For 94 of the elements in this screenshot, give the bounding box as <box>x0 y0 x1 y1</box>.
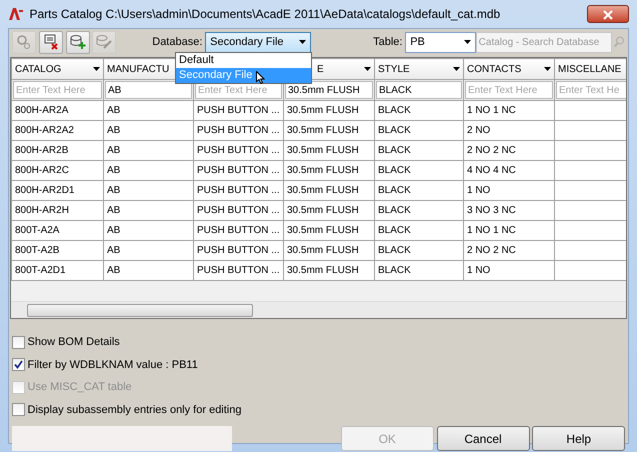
caret-icon[interactable] <box>544 67 551 71</box>
table-cell: 800T-A2D1 <box>12 260 104 280</box>
table-cell: 2 NO <box>464 120 554 140</box>
horizontal-scrollbar[interactable] <box>11 301 626 318</box>
table-cell: BLACK <box>374 140 464 160</box>
dialog-button[interactable]: Cancel <box>436 426 530 451</box>
filter-field[interactable]: BLACK <box>376 81 462 99</box>
database-dropdown[interactable]: Secondary File <box>205 32 312 52</box>
find-icon <box>15 33 33 51</box>
table-cell: AB <box>104 180 194 200</box>
table-cell: 800H-AR2B <box>12 140 104 160</box>
checkbox-label: Filter by WDBLKNAM value : PB11 <box>28 358 198 372</box>
table-cell: 2 NO 2 NC <box>464 140 554 160</box>
table-cell: PUSH BUTTON ... <box>194 220 284 240</box>
close-icon <box>603 10 613 20</box>
table-cell: 800H-AR2C <box>12 160 104 180</box>
table-cell: 30.5mm FLUSH <box>284 240 374 260</box>
table-cell: 1 NO 1 NC <box>464 220 554 240</box>
table-cell: AB <box>104 140 194 160</box>
table-cell: BLACK <box>374 260 464 280</box>
table-cell: 1 NO 1 NC <box>464 100 554 120</box>
checkbox[interactable] <box>12 403 25 416</box>
checkbox-label: Use MISC_CAT table <box>28 380 132 395</box>
table-cell: PUSH BUTTON ... <box>194 100 284 120</box>
table-cell: PUSH BUTTON ... <box>194 180 284 200</box>
table-cell: 1 NO <box>464 180 554 200</box>
caret-icon[interactable] <box>364 67 371 71</box>
table-cell: AB <box>104 220 194 240</box>
column-header[interactable]: MISCELLANE <box>554 58 626 80</box>
table-cell: BLACK <box>374 220 464 240</box>
filter-field[interactable]: Enter Text Here <box>13 81 102 99</box>
window-title: Parts Catalog C:\Users\admin\Documents\AcadE 2011\AeData\catalogs\default_cat.mdb <box>30 6 500 23</box>
table-cell: 800H-AR2A <box>12 100 104 120</box>
table-cell: BLACK <box>374 200 464 220</box>
filter-field[interactable]: Enter Text Here <box>465 81 553 99</box>
column-header[interactable]: CATALOG <box>12 58 104 80</box>
caret-icon <box>299 40 306 44</box>
table-cell: 800T-A2A <box>12 220 104 240</box>
checkbox[interactable] <box>12 358 25 372</box>
checkbox-label: Show BOM Details <box>28 335 120 350</box>
table-cell: 1 NO <box>464 260 554 280</box>
caret-icon[interactable] <box>453 67 460 71</box>
table-cell: 800H-AR2D1 <box>12 180 104 200</box>
add-button[interactable] <box>66 30 90 54</box>
table-dropdown[interactable]: PB <box>405 32 476 52</box>
table-cell: BLACK <box>374 120 464 140</box>
table-cell: 30.5mm FLUSH <box>284 140 374 160</box>
table-cell: BLACK <box>374 180 464 200</box>
table-cell: AB <box>104 200 194 220</box>
caret-icon <box>464 40 471 44</box>
table-cell: AB <box>104 100 194 120</box>
caret-icon[interactable] <box>93 67 100 71</box>
app-icon <box>8 7 24 21</box>
add-icon <box>68 33 86 51</box>
table-cell: AB <box>104 240 194 260</box>
table-cell: 3 NO 3 NC <box>464 200 554 220</box>
column-header[interactable]: STYLE <box>374 58 464 80</box>
filter-field[interactable]: AB <box>105 81 192 99</box>
checkbox[interactable] <box>12 336 25 349</box>
table-cell: PUSH BUTTON ... <box>194 140 284 160</box>
table-cell: PUSH BUTTON ... <box>194 260 284 280</box>
table-cell: AB <box>104 120 194 140</box>
remove-icon <box>42 33 60 51</box>
table-cell: 30.5mm FLUSH <box>284 180 374 200</box>
checkbox-label: Display subassembly entries only for editing <box>28 402 242 418</box>
table-cell: PUSH BUTTON ... <box>194 120 284 140</box>
filter-field[interactable]: 30.5mm FLUSH <box>285 81 373 99</box>
table-cell: 30.5mm FLUSH <box>284 220 374 240</box>
table-cell: 30.5mm FLUSH <box>284 160 374 180</box>
close-button[interactable] <box>587 5 629 23</box>
table-cell: 4 NO 4 NC <box>464 160 554 180</box>
table-cell: 800T-A2B <box>12 240 104 260</box>
table-cell: AB <box>104 160 194 180</box>
table-cell: 2 NO 2 NC <box>464 240 554 260</box>
table-cell: BLACK <box>374 100 464 120</box>
column-header[interactable]: CONTACTS <box>464 58 554 80</box>
edit-icon <box>95 33 114 51</box>
table-cell: 30.5mm FLUSH <box>284 100 374 120</box>
table-cell: BLACK <box>374 240 464 260</box>
table-label: Table: <box>373 34 402 50</box>
table-cell: 30.5mm FLUSH <box>284 120 374 140</box>
table-cell: PUSH BUTTON ... <box>194 200 284 220</box>
table-cell: AB <box>104 260 194 280</box>
table-cell: 30.5mm FLUSH <box>284 260 374 280</box>
table-cell: 800H-AR2H <box>12 200 104 220</box>
filter-field[interactable]: Enter Text He <box>556 81 626 99</box>
table-cell: PUSH BUTTON ... <box>194 240 284 260</box>
dialog-button[interactable]: Help <box>532 426 626 451</box>
table-cell: 800H-AR2A2 <box>12 120 104 140</box>
database-label: Database: <box>152 34 202 50</box>
table-cell: 30.5mm FLUSH <box>284 200 374 220</box>
remove-button[interactable] <box>38 30 63 54</box>
table-cell: PUSH BUTTON ... <box>194 160 284 180</box>
table-cell: BLACK <box>374 160 464 180</box>
